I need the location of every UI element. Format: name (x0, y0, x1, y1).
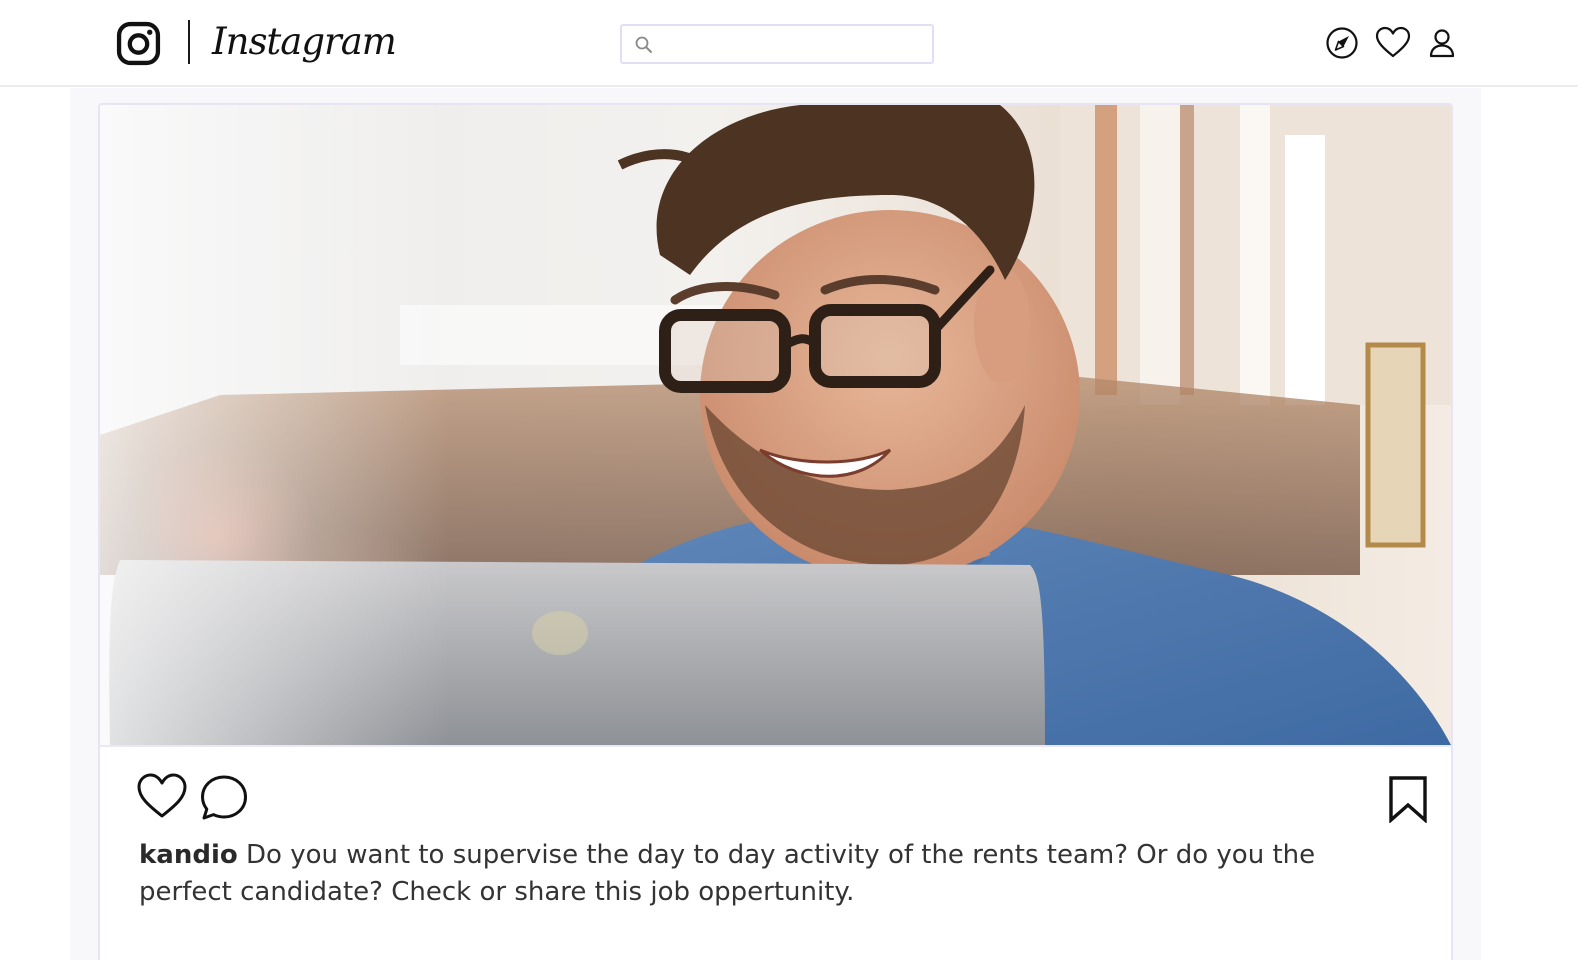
user-profile-icon[interactable] (1424, 25, 1460, 61)
bookmark-icon[interactable] (1386, 775, 1430, 823)
instagram-camera-icon[interactable] (116, 21, 161, 66)
image-divider (100, 745, 1451, 747)
post-card: kandio Do you want to supervise the day … (98, 103, 1453, 960)
search-icon (635, 36, 652, 53)
post-caption: kandio Do you want to supervise the day … (139, 837, 1399, 911)
caption-text: Do you want to supervise the day to day … (139, 840, 1316, 907)
heart-activity-icon[interactable] (1375, 25, 1411, 61)
top-navigation-bar: Instagram (0, 0, 1578, 87)
caption-username[interactable]: kandio (139, 840, 238, 870)
search-input[interactable] (662, 30, 926, 58)
comment-bubble-icon[interactable] (198, 772, 250, 824)
instagram-wordmark[interactable]: Instagram (212, 14, 397, 70)
compass-explore-icon[interactable] (1324, 25, 1360, 61)
post-photo[interactable] (100, 105, 1451, 745)
search-box[interactable] (620, 24, 934, 64)
logo-divider (188, 20, 190, 64)
heart-icon[interactable] (136, 771, 188, 823)
post-photo-illustration (100, 105, 1451, 745)
